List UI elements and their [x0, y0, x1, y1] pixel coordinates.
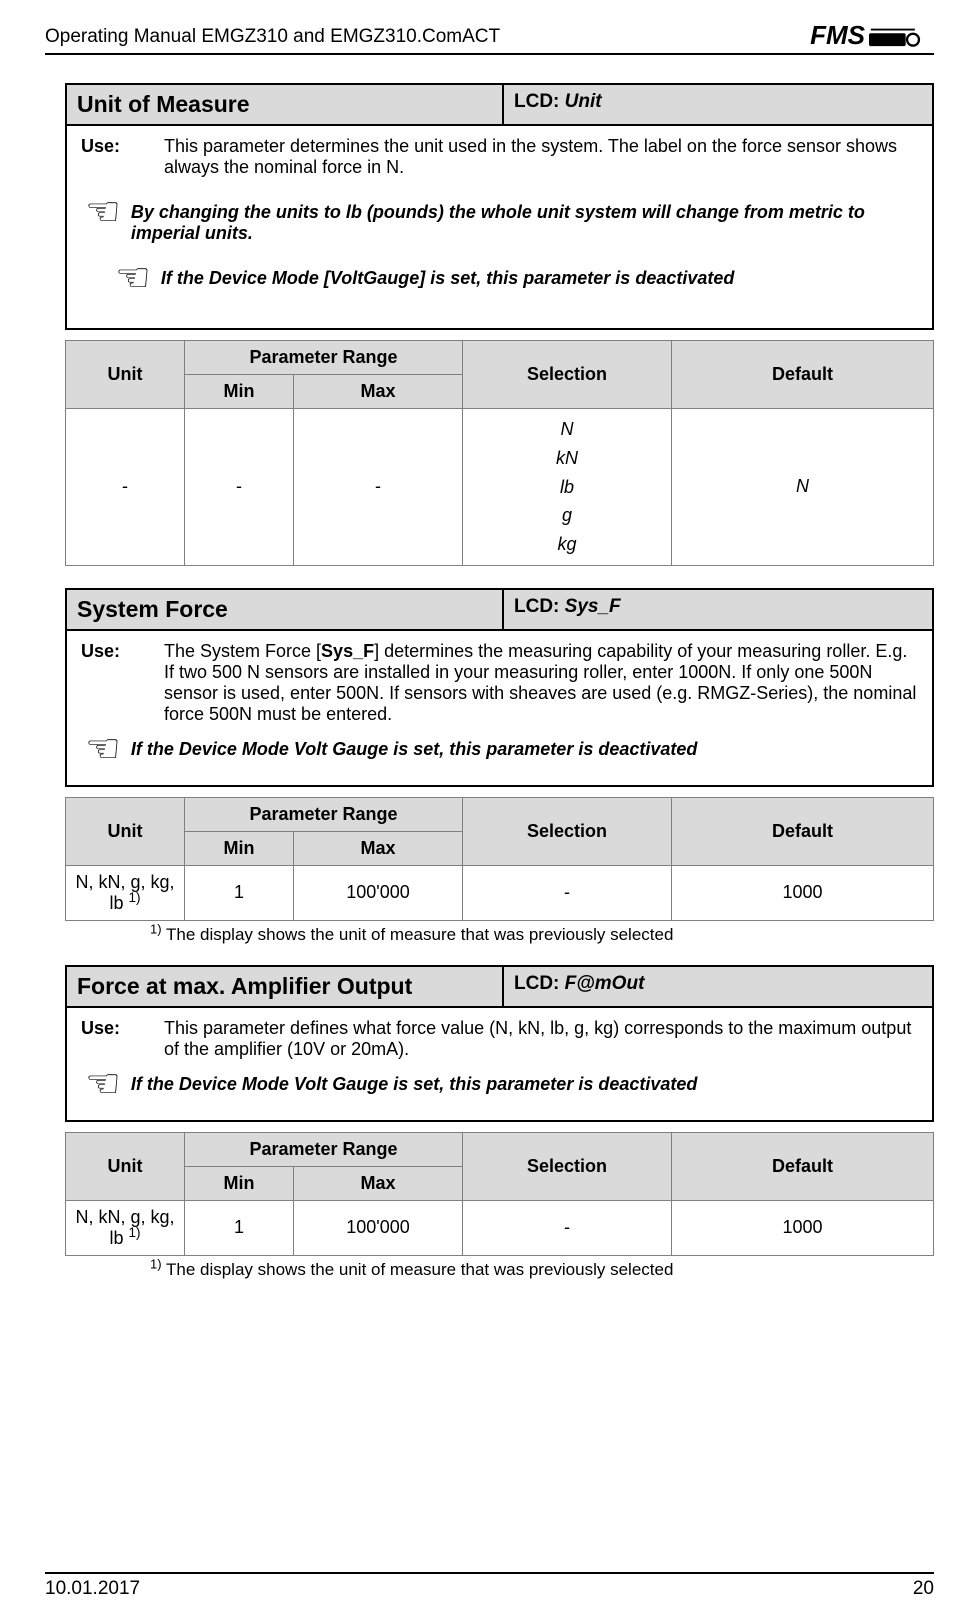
block2-title: System Force	[67, 590, 502, 629]
sel-opt: lb	[560, 477, 574, 497]
header-rule	[45, 53, 934, 55]
th-prange: Parameter Range	[185, 341, 463, 375]
block3-title: Force at max. Amplifier Output	[67, 967, 502, 1006]
th-sel: Selection	[463, 797, 672, 865]
th-max: Max	[294, 375, 463, 409]
th-max: Max	[294, 831, 463, 865]
pointer-icon: ☞	[81, 729, 121, 769]
unit-list: N, kN, g, kg, lb	[75, 1207, 174, 1248]
pointer-icon: ☞	[81, 1064, 121, 1104]
footer: 10.01.2017 20	[45, 1572, 934, 1600]
lcd-value: Unit	[565, 91, 602, 112]
block1-lcd: LCD: Unit	[502, 85, 932, 124]
footnote-sup: 1)	[150, 921, 162, 936]
block2-lcd: LCD: Sys_F	[502, 590, 932, 629]
th-unit: Unit	[66, 1132, 185, 1200]
pointer-icon: ☞	[81, 192, 121, 232]
td-unit: N, kN, g, kg, lb 1)	[66, 865, 185, 920]
td-unit: -	[66, 409, 185, 566]
th-max: Max	[294, 1166, 463, 1200]
use-label: Use:	[81, 136, 136, 178]
footnote-text: The display shows the unit of measure th…	[162, 925, 674, 944]
param-table-system-force: Unit Parameter Range Selection Default M…	[65, 797, 934, 921]
td-selection: N kN lb g kg	[463, 409, 672, 566]
block3-lcd: LCD: F@mOut	[502, 967, 932, 1006]
use-text-sysf: Sys_F	[321, 641, 374, 661]
th-def: Default	[672, 797, 934, 865]
th-prange: Parameter Range	[185, 797, 463, 831]
td-min: -	[185, 409, 294, 566]
td-unit: N, kN, g, kg, lb 1)	[66, 1200, 185, 1255]
note-text: If the Device Mode Volt Gauge is set, th…	[131, 729, 698, 760]
td-max: -	[294, 409, 463, 566]
unit-sup: 1)	[129, 890, 141, 905]
unit-list: N, kN, g, kg, lb	[75, 872, 174, 913]
param-block-unit: Unit of Measure LCD: Unit Use: This para…	[65, 83, 934, 330]
sel-opt: N	[561, 419, 574, 439]
use-text: This parameter determines the unit used …	[164, 136, 918, 178]
unit-sup: 1)	[129, 1225, 141, 1240]
header: Operating Manual EMGZ310 and EMGZ310.Com…	[45, 20, 934, 51]
use-text: This parameter defines what force value …	[164, 1018, 918, 1060]
logo-text: FMS	[810, 20, 865, 51]
th-unit: Unit	[66, 797, 185, 865]
td-min: 1	[185, 865, 294, 920]
th-sel: Selection	[463, 341, 672, 409]
note-text: By changing the units to lb (pounds) the…	[131, 192, 918, 244]
use-text-pre: The System Force [	[164, 641, 321, 661]
td-default: 1000	[672, 1200, 934, 1255]
use-label: Use:	[81, 1018, 136, 1060]
td-selection: -	[463, 1200, 672, 1255]
th-def: Default	[672, 1132, 934, 1200]
block1-title: Unit of Measure	[67, 85, 502, 124]
th-unit: Unit	[66, 341, 185, 409]
td-default: N	[672, 409, 934, 566]
logo-icon	[869, 23, 924, 49]
param-block-force-max-out: Force at max. Amplifier Output LCD: F@mO…	[65, 965, 934, 1122]
param-block-system-force: System Force LCD: Sys_F Use: The System …	[65, 588, 934, 787]
lcd-label: LCD:	[514, 91, 565, 112]
th-sel: Selection	[463, 1132, 672, 1200]
doc-title: Operating Manual EMGZ310 and EMGZ310.Com…	[45, 20, 500, 48]
footnote-sup: 1)	[150, 1256, 162, 1271]
lcd-label: LCD:	[514, 596, 565, 617]
td-selection: -	[463, 865, 672, 920]
footer-rule	[45, 1572, 934, 1574]
lcd-value: F@mOut	[565, 973, 645, 994]
footnote: 1) The display shows the unit of measure…	[150, 1260, 934, 1280]
td-max: 100'000	[294, 865, 463, 920]
footnote-text: The display shows the unit of measure th…	[162, 1260, 674, 1279]
logo: FMS	[810, 20, 934, 51]
th-min: Min	[185, 375, 294, 409]
td-min: 1	[185, 1200, 294, 1255]
param-table-unit: Unit Parameter Range Selection Default M…	[65, 340, 934, 566]
th-min: Min	[185, 1166, 294, 1200]
footnote: 1) The display shows the unit of measure…	[150, 925, 934, 945]
th-prange: Parameter Range	[185, 1132, 463, 1166]
footer-date: 10.01.2017	[45, 1578, 140, 1600]
td-default: 1000	[672, 865, 934, 920]
footer-page: 20	[913, 1578, 934, 1600]
pointer-icon: ☞	[111, 258, 151, 298]
sel-opt: g	[562, 505, 572, 525]
use-text: The System Force [Sys_F] determines the …	[164, 641, 918, 725]
sel-opt: kN	[556, 448, 578, 468]
note-text: If the Device Mode [VoltGauge] is set, t…	[161, 258, 735, 289]
sel-opt: kg	[557, 534, 576, 554]
lcd-label: LCD:	[514, 973, 565, 994]
lcd-value: Sys_F	[565, 596, 621, 617]
use-label: Use:	[81, 641, 136, 725]
td-max: 100'000	[294, 1200, 463, 1255]
th-def: Default	[672, 341, 934, 409]
note-text: If the Device Mode Volt Gauge is set, th…	[131, 1064, 698, 1095]
th-min: Min	[185, 831, 294, 865]
param-table-force-max-out: Unit Parameter Range Selection Default M…	[65, 1132, 934, 1256]
